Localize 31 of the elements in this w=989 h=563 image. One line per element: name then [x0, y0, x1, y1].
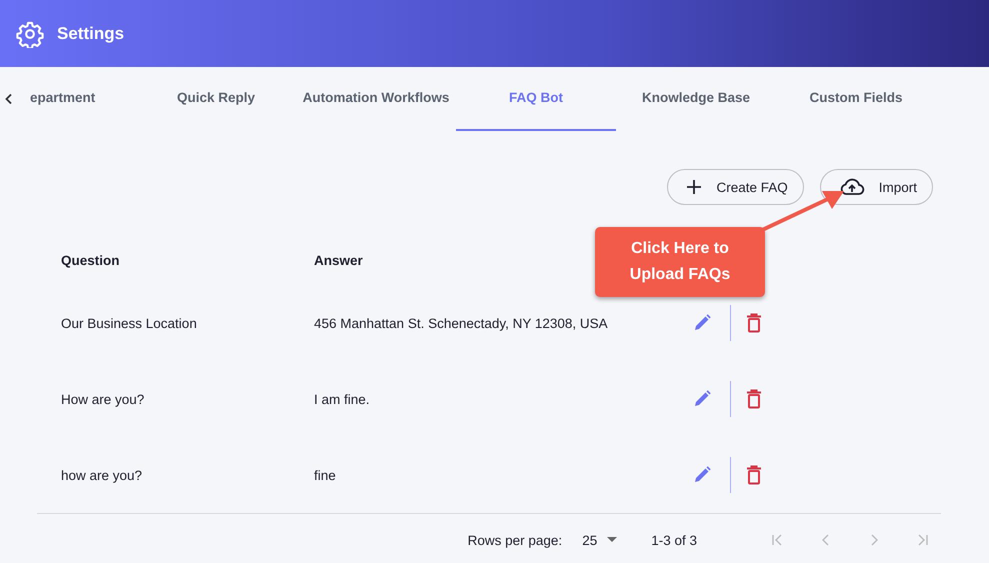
column-header: Question [61, 252, 121, 268]
trash-icon [745, 465, 763, 485]
settings-icon [16, 20, 44, 48]
page-range: 1-3 of 3 [651, 532, 697, 548]
rows-per-page-select[interactable]: 25 [576, 532, 624, 548]
create-button[interactable]: Create FAQ [667, 169, 804, 205]
callout-box: Click Here to Upload FAQs [595, 227, 765, 297]
dropdown-caret-icon [607, 537, 618, 543]
tab[interactable]: epartment [24, 67, 136, 131]
table-cell-text: fine [314, 468, 337, 482]
tab[interactable]: Automation Workflows [296, 67, 456, 131]
rows-per-page-label: Rows per page: [468, 532, 562, 548]
tab[interactable]: Custom Fields [776, 67, 936, 131]
table-cell-text: how are you? [61, 468, 144, 482]
tab[interactable]: FAQ Bot [456, 67, 616, 131]
tab[interactable]: Knowledge Base [616, 67, 776, 131]
trash-icon [745, 389, 763, 409]
table-cell-text: How are you? [61, 392, 146, 406]
column-header: Answer [314, 252, 364, 268]
page-title: Settings [57, 24, 124, 44]
plus-icon [686, 179, 702, 195]
chevron-left-icon [4, 93, 14, 105]
pencil-icon [692, 389, 712, 409]
table-cell-text: I am fine. [314, 392, 371, 406]
cloud-upload-icon [838, 177, 865, 197]
pencil-icon [692, 313, 712, 333]
tab[interactable]: Quick Reply [136, 67, 296, 131]
pencil-icon [692, 465, 712, 485]
table-cell-text: 456 Manhattan St. Schenectady, NY 12308, USA [314, 316, 609, 330]
table-cell-text: Our Business Location [61, 316, 198, 330]
trash-icon [745, 313, 763, 333]
